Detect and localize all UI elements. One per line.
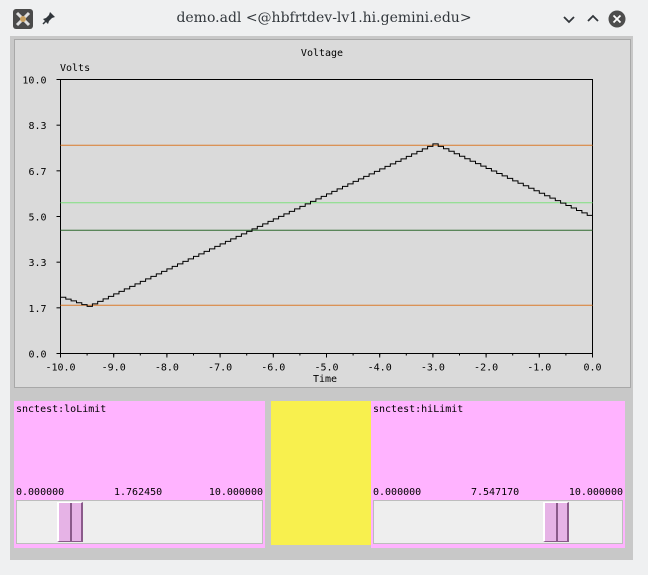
lo-limit-min: 0.000000 [16, 487, 65, 498]
minimize-icon[interactable] [560, 10, 578, 28]
status-indicator [271, 401, 372, 545]
x-tick-label: -6.0 [261, 363, 285, 374]
x-tick-label: -10.0 [45, 363, 75, 374]
x-axis-ticks: -10.0 -9.0 -8.0 -7.0 -6.0 -5.0 -4.0 -3.0 -2.0 -1.… [45, 353, 602, 374]
x-tick-label: -7.0 [208, 363, 232, 374]
lo-limit-slider-track[interactable] [16, 500, 263, 544]
display-content: Voltage Volts Time -10.0 -9.0 -8.0 -7.0 -6.0… [10, 36, 633, 560]
lo-limit-slider-thumb[interactable] [57, 502, 83, 542]
y-axis-ticks: 0.0 1.7 3.3 5.0 6.7 8.3 10.0 [22, 76, 61, 361]
application-window: demo.adl <@hbfrtdev-lv1.hi.gemini.edu> V… [0, 0, 648, 575]
y-tick-label: 10.0 [22, 76, 46, 87]
hi-limit-slider-thumb[interactable] [543, 502, 569, 542]
strip-chart-panel: Voltage Volts Time -10.0 -9.0 -8.0 -7.0 -6.0… [14, 39, 631, 388]
hi-limit-pv-name: snctest:hiLimit [373, 404, 464, 415]
title-bar[interactable]: demo.adl <@hbfrtdev-lv1.hi.gemini.edu> [0, 0, 648, 36]
hi-limit-value: 7.547170 [471, 487, 520, 498]
y-tick-label: 0.0 [28, 350, 46, 361]
voltage-chart: Voltage Volts Time -10.0 -9.0 -8.0 -7.0 -6.0… [22, 48, 602, 385]
x-tick-label: -3.0 [421, 363, 445, 374]
x-tick-label: -5.0 [314, 363, 338, 374]
x-tick-label: -2.0 [474, 363, 498, 374]
x-tick-label: -1.0 [527, 363, 551, 374]
hi-limit-min: 0.000000 [373, 487, 422, 498]
window-title: demo.adl <@hbfrtdev-lv1.hi.gemini.edu> [176, 10, 472, 26]
lo-limit-slider-panel: snctest:loLimit 0.000000 1.762450 10.000… [14, 401, 265, 548]
y-tick-label: 5.0 [28, 213, 46, 224]
chart-title: Voltage [301, 48, 343, 59]
y-tick-label: 3.3 [28, 258, 46, 269]
plot-area [60, 79, 593, 354]
hi-limit-max: 10.000000 [568, 487, 623, 498]
x-tick-label: -9.0 [102, 363, 126, 374]
x-tick-label: 0.0 [583, 363, 601, 374]
x-tick-label: -8.0 [155, 363, 179, 374]
maximize-icon[interactable] [584, 10, 602, 28]
close-icon[interactable] [608, 10, 626, 28]
y-tick-label: 8.3 [28, 121, 46, 132]
y-tick-label: 6.7 [28, 167, 46, 178]
hi-limit-slider-track[interactable] [373, 500, 623, 544]
lo-limit-pv-name: snctest:loLimit [16, 404, 107, 415]
x-axis-label: Time [313, 374, 337, 385]
x-tick-label: -4.0 [368, 363, 392, 374]
hi-limit-slider-panel: snctest:hiLimit 0.000000 7.547170 10.000… [371, 401, 625, 548]
y-tick-label: 1.7 [28, 304, 46, 315]
lo-limit-value: 1.762450 [114, 487, 163, 498]
y-axis-label: Volts [60, 63, 90, 74]
lo-limit-max: 10.000000 [208, 487, 263, 498]
